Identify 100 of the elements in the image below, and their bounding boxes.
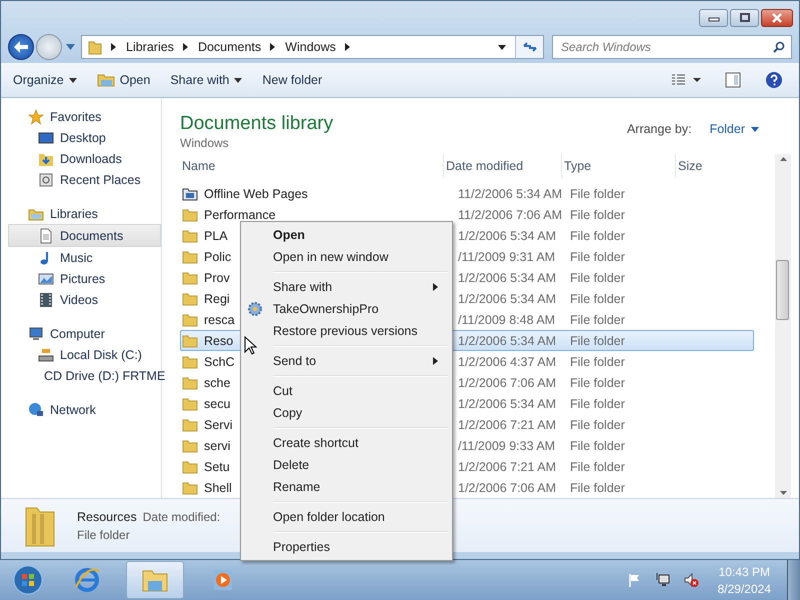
show-desktop-button[interactable] xyxy=(787,560,800,600)
back-arrow-icon xyxy=(12,40,30,54)
menu-item[interactable]: Cut xyxy=(243,380,450,402)
minimize-button[interactable] xyxy=(699,9,728,27)
back-button[interactable] xyxy=(8,34,34,60)
file-name[interactable]: SchC xyxy=(204,354,235,368)
arrange-dropdown[interactable]: Folder xyxy=(710,122,759,136)
menu-item[interactable]: Rename xyxy=(243,476,450,498)
maximize-icon xyxy=(738,13,752,23)
type-cell-text: File folder xyxy=(569,418,626,432)
scroll-down-icon[interactable] xyxy=(780,491,786,495)
sidebar-item[interactable]: Documents xyxy=(8,224,161,247)
date-cell-text: 11/2/2006 7:06 AM xyxy=(457,208,564,222)
menu-item[interactable]: Open in new window xyxy=(243,246,450,268)
breadcrumb-item[interactable]: Documents xyxy=(198,40,262,54)
toolbar-button[interactable]: New folder xyxy=(258,69,326,91)
close-button[interactable] xyxy=(761,9,793,27)
menu-item[interactable]: Share with xyxy=(243,276,450,298)
file-name[interactable]: Shell xyxy=(204,480,232,494)
sidebar-item[interactable]: Videos xyxy=(1,289,161,310)
folder-icon xyxy=(182,376,198,390)
selected-item-name: Resources xyxy=(77,510,137,524)
globe-icon xyxy=(28,402,44,418)
menu-item[interactable]: Open folder location xyxy=(243,506,450,528)
file-name[interactable]: PLA xyxy=(204,228,228,242)
folder-icon xyxy=(182,418,198,432)
caret-icon xyxy=(234,78,242,82)
breadcrumb-item[interactable]: Windows xyxy=(285,40,336,54)
scroll-up-icon[interactable] xyxy=(780,157,786,161)
sidebar-group[interactable]: Computer xyxy=(1,323,161,344)
folder-icon xyxy=(182,312,198,326)
chevron-icon xyxy=(344,43,351,51)
menu-item[interactable]: Copy xyxy=(243,402,450,424)
sidebar-group[interactable]: Libraries xyxy=(1,203,161,224)
type-cell-text: File folder xyxy=(569,438,626,452)
sidebar-group[interactable]: Network xyxy=(1,399,161,420)
close-icon xyxy=(770,13,784,23)
file-name[interactable]: resca xyxy=(204,312,235,326)
file-name[interactable]: servi xyxy=(204,438,230,452)
breadcrumb-item[interactable]: Libraries xyxy=(126,40,174,54)
address-bar[interactable]: Libraries Documents Windows xyxy=(81,35,544,59)
selected-item-type: File folder xyxy=(77,528,131,542)
recent-pages-caret-icon[interactable] xyxy=(66,44,75,50)
library-title: Documents library xyxy=(180,113,334,135)
date-cell-text: /11/2009 8:48 AM xyxy=(457,312,556,326)
file-name[interactable]: Servi xyxy=(204,418,232,432)
file-name[interactable]: Setu xyxy=(204,460,230,474)
sidebar-item[interactable]: Music xyxy=(1,247,161,268)
column-header[interactable]: Size xyxy=(676,154,756,178)
sidebar-group[interactable]: Favorites xyxy=(1,106,161,127)
date-cell-text: 11/2/2006 5:34 AM xyxy=(457,186,564,200)
menu-item[interactable]: Properties xyxy=(243,536,450,558)
folder-icon xyxy=(182,438,198,452)
file-name[interactable]: sche xyxy=(204,376,230,390)
file-name[interactable]: Prov xyxy=(204,270,230,284)
file-name[interactable]: Performance xyxy=(204,208,276,222)
history-caret-icon[interactable] xyxy=(498,44,506,50)
toolbar-button[interactable]: Open xyxy=(92,69,154,91)
sidebar-item[interactable]: Local Disk (C:) xyxy=(1,344,161,365)
star-icon xyxy=(28,108,44,124)
file-name[interactable]: Polic xyxy=(204,250,232,264)
date-cell-text: /11/2009 9:31 AM xyxy=(457,250,556,264)
folder-icon xyxy=(182,334,198,348)
maximize-button[interactable] xyxy=(730,9,759,27)
date-modified-label: Date modified: xyxy=(142,510,220,524)
refresh-button[interactable] xyxy=(515,36,543,58)
file-name[interactable]: Reso xyxy=(204,334,234,348)
sidebar-item[interactable]: Pictures xyxy=(1,268,161,289)
scroll-thumb[interactable] xyxy=(776,260,789,320)
sidebar-item[interactable]: Recent Places xyxy=(1,169,161,190)
sidebar-item[interactable]: Downloads xyxy=(1,148,161,169)
menu-item[interactable]: Delete xyxy=(243,454,450,476)
toolbar-button[interactable]: Share with xyxy=(166,69,246,91)
toolbar-button[interactable]: Organize xyxy=(9,69,81,91)
search-field[interactable]: Search Windows xyxy=(559,39,773,55)
sidebar-item[interactable]: Desktop xyxy=(1,127,161,148)
folder-icon xyxy=(182,250,198,264)
menu-item[interactable]: TakeOwnershipPro xyxy=(243,298,450,320)
menu-item[interactable]: Open xyxy=(243,224,450,246)
date-cell-text: 1/2/2006 4:37 AM xyxy=(457,354,557,368)
volume-muted-icon[interactable] xyxy=(682,572,699,588)
file-name[interactable]: Offline Web Pages xyxy=(204,186,308,200)
date-cell-text: 1/2/2006 5:34 AM xyxy=(457,228,557,242)
date-cell-text: 1/2/2006 5:34 AM xyxy=(457,292,557,306)
file-name[interactable]: secu xyxy=(204,396,230,410)
column-header[interactable]: Type xyxy=(562,154,676,178)
type-cell-text: File folder xyxy=(569,228,626,242)
menu-item[interactable]: Create shortcut xyxy=(243,432,450,454)
library-subtitle: Windows xyxy=(180,136,230,150)
network-icon[interactable] xyxy=(654,572,671,588)
column-header[interactable]: Date modified xyxy=(444,154,562,178)
file-name[interactable]: Regi xyxy=(204,292,230,306)
computer-icon xyxy=(28,326,44,342)
submenu-arrow-icon xyxy=(433,283,438,291)
menu-item[interactable]: Send to xyxy=(243,350,450,372)
column-header[interactable]: Name xyxy=(180,154,444,178)
scrollbar[interactable] xyxy=(775,154,791,498)
search-box[interactable]: Search Windows xyxy=(552,35,792,59)
folder-icon xyxy=(182,292,198,306)
date-cell-text: 1/2/2006 7:21 AM xyxy=(457,460,557,474)
